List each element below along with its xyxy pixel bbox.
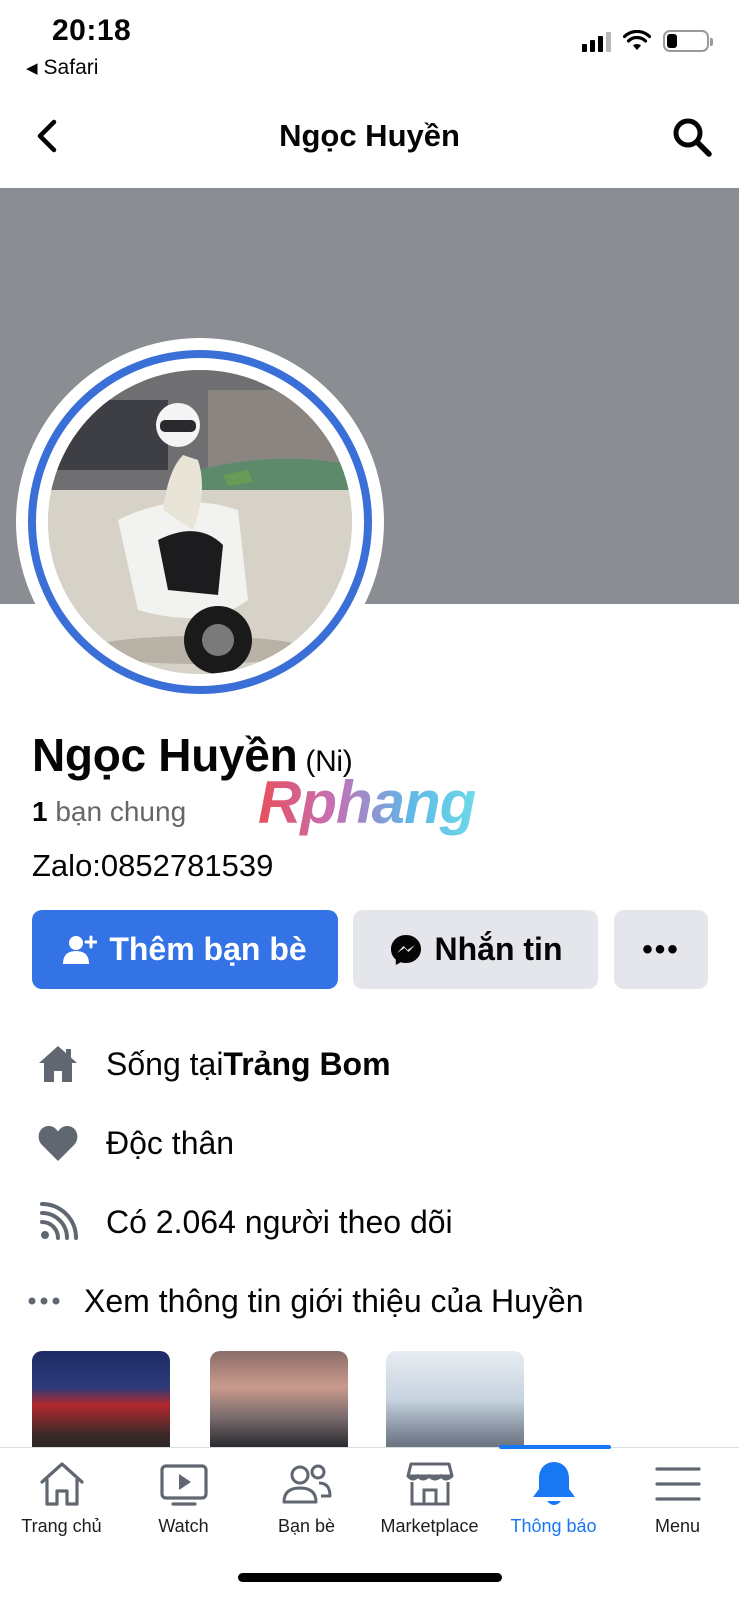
see-about-text: Xem thông tin giới thiệu của Huyền bbox=[84, 1282, 584, 1319]
active-tab-indicator bbox=[499, 1445, 611, 1449]
mutual-label: bạn chung bbox=[47, 796, 187, 827]
tab-label: Trang chủ bbox=[21, 1516, 102, 1536]
tab-label: Menu bbox=[654, 1516, 701, 1536]
back-triangle-icon: ◀ bbox=[26, 60, 38, 77]
home-icon bbox=[36, 1042, 80, 1086]
status-time: 20:18 bbox=[52, 14, 132, 47]
watermark-text: Rphang bbox=[258, 769, 476, 836]
see-about-info[interactable]: Xem thông tin giới thiệu của Huyền bbox=[26, 1279, 584, 1323]
tab-label: Watch bbox=[158, 1516, 209, 1536]
tab-marketplace[interactable]: Marketplace bbox=[368, 1458, 491, 1548]
tab-label: Marketplace bbox=[380, 1516, 479, 1536]
watermark-logo: Rphang bbox=[258, 768, 476, 837]
story-ring bbox=[28, 350, 372, 694]
page-title: Ngọc Huyền bbox=[279, 118, 460, 153]
tab-label: Bạn bè bbox=[277, 1516, 336, 1536]
store-icon bbox=[404, 1458, 456, 1510]
info-followers[interactable]: Có 2.064 người theo dõi bbox=[36, 1200, 453, 1244]
home-indicator bbox=[238, 1573, 502, 1582]
mutual-count: 1 bbox=[32, 796, 48, 827]
tab-home[interactable]: Trang chủ bbox=[0, 1458, 123, 1548]
add-friend-button[interactable]: Thêm bạn bè bbox=[32, 910, 338, 989]
status-icons bbox=[582, 30, 713, 52]
photo-strip bbox=[32, 1351, 712, 1471]
signal-icon bbox=[582, 30, 611, 52]
bell-icon bbox=[528, 1458, 580, 1510]
rss-icon bbox=[36, 1200, 80, 1244]
avatar-image bbox=[48, 370, 352, 674]
profile-avatar[interactable] bbox=[16, 338, 384, 706]
ellipsis-icon bbox=[26, 1279, 62, 1323]
video-icon bbox=[158, 1458, 210, 1510]
message-button[interactable]: Nhắn tin bbox=[353, 910, 598, 989]
tab-watch[interactable]: Watch bbox=[122, 1458, 245, 1548]
status-bar: 20:18 ◀ Safari bbox=[0, 0, 739, 92]
info-relationship: Độc thân bbox=[36, 1121, 234, 1165]
tab-friends[interactable]: Bạn bè bbox=[245, 1458, 368, 1548]
avatar-photo bbox=[48, 370, 352, 674]
more-dots-icon: ••• bbox=[642, 932, 680, 966]
back-app-label: Safari bbox=[43, 56, 99, 79]
friends-icon bbox=[281, 1458, 333, 1510]
tab-label: Thông báo bbox=[510, 1516, 597, 1536]
menu-icon bbox=[652, 1458, 704, 1510]
wifi-icon bbox=[623, 30, 651, 50]
info-lives-in[interactable]: Sống tại Trảng Bom bbox=[36, 1042, 391, 1086]
profile-header: Ngọc Huyền bbox=[0, 92, 739, 188]
lives-place: Trảng Bom bbox=[223, 1045, 391, 1082]
profile-bio: Zalo:0852781539 bbox=[32, 848, 274, 883]
add-friend-label: Thêm bạn bè bbox=[109, 931, 307, 967]
search-icon[interactable] bbox=[671, 116, 713, 158]
tab-notifications[interactable]: Thông báo bbox=[492, 1458, 615, 1548]
relationship-text: Độc thân bbox=[106, 1124, 235, 1161]
more-options-button[interactable]: ••• bbox=[614, 910, 708, 989]
tab-menu[interactable]: Menu bbox=[616, 1458, 739, 1548]
battery-icon bbox=[663, 30, 713, 52]
mutual-friends[interactable]: 1 bạn chung bbox=[32, 796, 186, 828]
home-icon bbox=[36, 1458, 88, 1510]
followers-text: Có 2.064 người theo dõi bbox=[106, 1203, 453, 1240]
back-to-app[interactable]: ◀ Safari bbox=[26, 56, 98, 80]
add-friend-icon bbox=[63, 935, 98, 964]
heart-icon bbox=[36, 1121, 80, 1165]
lives-prefix: Sống tại bbox=[106, 1045, 224, 1082]
message-label: Nhắn tin bbox=[434, 931, 563, 967]
messenger-icon bbox=[390, 934, 421, 965]
